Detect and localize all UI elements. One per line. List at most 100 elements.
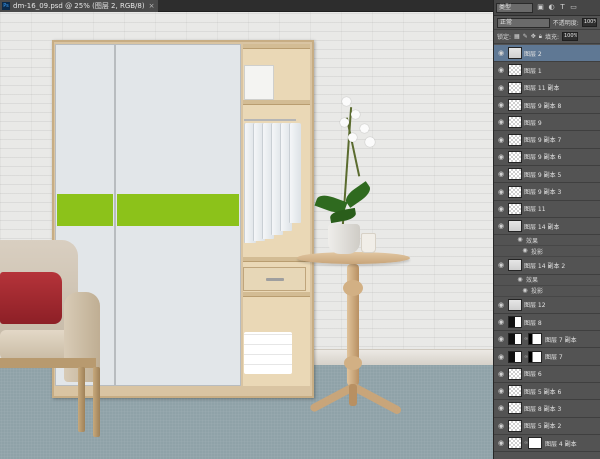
layer-effect-row[interactable]: ◉ 投影	[494, 286, 600, 297]
lock-transparent-icon[interactable]: ▦	[514, 33, 520, 40]
layer-row[interactable]: ◉ 图层 9 副本 8	[494, 97, 600, 115]
layer-row[interactable]: ◉ ∞ 图层 7	[494, 348, 600, 366]
blend-opacity-row: 正常 不透明度: 100%	[494, 16, 600, 30]
layer-row[interactable]: ◉ 图层 2	[494, 45, 600, 63]
filter-kind-select[interactable]: 类型	[496, 2, 533, 13]
hanging-shirt	[289, 123, 301, 223]
layer-row[interactable]: ◉ 图层 9 副本 5	[494, 166, 600, 184]
eye-icon[interactable]: ◉	[497, 101, 505, 109]
layer-mask-thumbnail[interactable]	[528, 437, 542, 450]
eye-icon[interactable]: ◉	[516, 236, 524, 244]
eye-icon[interactable]: ◉	[497, 170, 505, 178]
eye-icon[interactable]: ◉	[497, 422, 505, 430]
opacity-field[interactable]: 100%	[581, 18, 597, 27]
eye-icon[interactable]: ◉	[497, 49, 505, 57]
layer-thumbnail	[508, 333, 522, 346]
table-stem-turning	[344, 356, 362, 370]
layer-name: 图层 14 副本	[524, 223, 560, 231]
layer-row[interactable]: ◉ 图层 8	[494, 314, 600, 332]
layer-row[interactable]: ◉ 图层 9 副本 7	[494, 131, 600, 149]
layer-effects-row[interactable]: ◉ 效果	[494, 235, 600, 247]
layer-row[interactable]: ◉ 图层 11	[494, 201, 600, 218]
eye-icon[interactable]: ◉	[497, 353, 505, 361]
eye-icon[interactable]: ◉	[497, 301, 505, 309]
eye-icon[interactable]: ◉	[497, 222, 505, 230]
eye-icon[interactable]: ◉	[497, 261, 505, 269]
document-tab-bar: Ps dm-16_09.psd @ 25% (图层 2, RGB/8) ×	[0, 0, 493, 12]
orchid-flower	[365, 137, 375, 147]
layer-name: 图层 9 副本 3	[524, 189, 562, 197]
eye-icon[interactable]: ◉	[497, 84, 505, 92]
layer-thumbnail	[508, 419, 522, 432]
wardrobe-shelf	[243, 292, 310, 297]
layer-row[interactable]: ◉ 图层 9 副本 6	[494, 149, 600, 167]
layers-panel: 类型 ▣ ◐ T ▭ 正常 不透明度: 100% 锁定: ▦ ✎ ✥ 🔒︎ 填充…	[493, 0, 600, 459]
image-canvas[interactable]	[0, 12, 493, 459]
eye-icon[interactable]: ◉	[497, 370, 505, 378]
lock-icon[interactable]: 🔒︎	[539, 33, 542, 41]
eye-icon[interactable]: ◉	[497, 318, 505, 326]
layer-effects-row[interactable]: ◉ 效果	[494, 275, 600, 286]
layer-thumbnail	[508, 99, 522, 112]
image-filter-icon[interactable]: ▣	[537, 4, 544, 11]
layer-list: ◉ 图层 2 ◉ 图层 1 ◉ 图层 11 副本 ◉ 图层 9 副本 8 ◉ 图…	[494, 45, 600, 453]
layer-row[interactable]: ◉ 图层 5 副本 2	[494, 418, 600, 435]
layer-row[interactable]: ◉ 图层 6	[494, 366, 600, 384]
eye-icon[interactable]: ◉	[497, 66, 505, 74]
layer-row[interactable]: ◉ 图层 8 副本 3	[494, 400, 600, 418]
lock-brush-icon[interactable]: ✎	[523, 33, 528, 40]
layer-row[interactable]: ◉ 图层 14 副本 2	[494, 257, 600, 275]
layer-name: 图层 11 副本	[524, 85, 560, 93]
layer-filter-bar: 类型 ▣ ◐ T ▭	[494, 0, 600, 16]
layer-thumbnail	[508, 259, 522, 272]
eye-icon[interactable]: ◉	[497, 118, 505, 126]
effect-name: 投影	[531, 248, 544, 256]
eye-icon[interactable]: ◉	[497, 387, 505, 395]
eye-icon[interactable]: ◉	[497, 153, 505, 161]
green-stripe-right	[117, 194, 239, 226]
layer-name: 图层 6	[524, 371, 542, 379]
layer-mask-thumbnail[interactable]	[528, 350, 542, 363]
table-foot	[349, 384, 357, 406]
layer-thumbnail	[508, 220, 522, 233]
lock-move-icon[interactable]: ✥	[531, 33, 536, 40]
layer-thumbnail	[508, 185, 522, 198]
eye-icon[interactable]: ◉	[497, 404, 505, 412]
eye-icon[interactable]: ◉	[521, 247, 529, 255]
type-filter-icon[interactable]: T	[559, 4, 566, 11]
layer-row[interactable]: ◉ 图层 9 副本 3	[494, 183, 600, 201]
shape-filter-icon[interactable]: ▭	[570, 4, 577, 11]
layer-thumbnail	[508, 202, 522, 215]
layer-row[interactable]: ◉ ∞ 图层 7 副本	[494, 331, 600, 349]
layer-name: 图层 5 副本 6	[524, 388, 562, 396]
armchair-leg	[93, 367, 100, 437]
document-tab[interactable]: Ps dm-16_09.psd @ 25% (图层 2, RGB/8) ×	[0, 0, 159, 12]
layer-row[interactable]: ◉ ∞ 图层 4 副本	[494, 435, 600, 453]
effects-label: 效果	[526, 237, 539, 245]
eye-icon[interactable]: ◉	[516, 276, 524, 284]
layer-row[interactable]: ◉ 图层 9	[494, 114, 600, 132]
eye-icon[interactable]: ◉	[497, 136, 505, 144]
layer-mask-thumbnail[interactable]	[528, 333, 542, 346]
blend-mode-select[interactable]: 正常	[497, 17, 550, 28]
eye-icon[interactable]: ◉	[497, 205, 505, 213]
layer-row[interactable]: ◉ 图层 11 副本	[494, 80, 600, 97]
armchair-leg	[78, 367, 85, 432]
fill-field[interactable]: 100%	[562, 32, 578, 41]
document-title: dm-16_09.psd @ 25% (图层 2, RGB/8)	[13, 2, 145, 10]
layer-name: 图层 9 副本 7	[524, 137, 562, 145]
layer-row[interactable]: ◉ 图层 5 副本 6	[494, 383, 600, 401]
close-icon[interactable]: ×	[149, 2, 155, 10]
eye-icon[interactable]: ◉	[497, 439, 505, 447]
eye-icon[interactable]: ◉	[497, 188, 505, 196]
layer-row[interactable]: ◉ 图层 1	[494, 62, 600, 80]
layer-effect-row[interactable]: ◉ 投影	[494, 246, 600, 258]
eye-icon[interactable]: ◉	[521, 287, 529, 295]
adjustment-filter-icon[interactable]: ◐	[548, 4, 555, 11]
layer-name: 图层 2	[524, 50, 542, 58]
eye-icon[interactable]: ◉	[497, 335, 505, 343]
layer-thumbnail	[508, 47, 522, 60]
layer-row[interactable]: ◉ 图层 12	[494, 297, 600, 314]
layer-row[interactable]: ◉ 图层 14 副本	[494, 218, 600, 236]
orchid-flower	[340, 118, 349, 127]
